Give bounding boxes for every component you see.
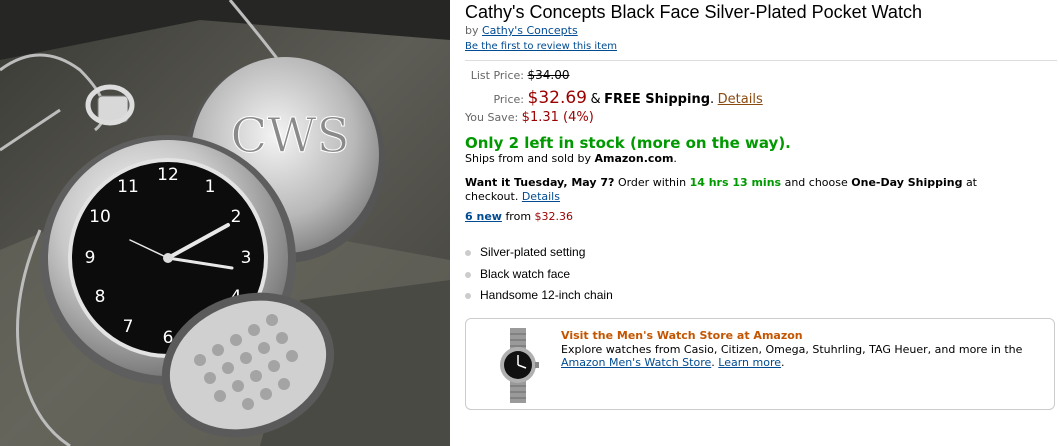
byline: by Cathy's Concepts — [465, 24, 578, 37]
one-day-shipping-label: One-Day Shipping — [851, 176, 963, 189]
svg-text:3: 3 — [241, 248, 252, 268]
svg-text:7: 7 — [123, 317, 134, 337]
watch-store-promo: Visit the Men's Watch Store at Amazon Ex… — [465, 318, 1055, 410]
ships-from: Ships from and sold by Amazon.com. — [465, 152, 677, 165]
svg-text:12: 12 — [157, 165, 179, 185]
product-image[interactable]: CWS 1212 345 678 91011 — [0, 0, 450, 446]
learn-more-link[interactable]: Learn more — [718, 356, 781, 369]
new-offers-link[interactable]: 6 new — [465, 210, 502, 223]
list-item: Silver-plated setting — [465, 245, 613, 267]
stock-status: Only 2 left in stock (more on the way). — [465, 134, 791, 152]
learn-more-period: . — [781, 356, 785, 369]
feature-bullets: Silver-plated setting Black watch face H… — [465, 245, 613, 310]
promo-title-link[interactable]: Visit the Men's Watch Store at Amazon — [561, 329, 803, 342]
new-offers: 6 new from $32.36 — [465, 210, 573, 223]
svg-text:8: 8 — [95, 287, 106, 307]
bullet-text: Handsome 12-inch chain — [480, 288, 613, 302]
promo-text: Explore watches from Casio, Citizen, Ome… — [561, 343, 1051, 369]
from-label: from — [505, 210, 532, 223]
and-choose-text: and choose — [784, 176, 848, 189]
engraving-text: CWS — [231, 108, 350, 164]
bullet-dot-icon — [465, 271, 471, 278]
savings-row: You Save: $1.31 (4%) — [465, 110, 594, 125]
price-amp: & — [590, 92, 601, 107]
write-review-link[interactable]: Be the first to review this item — [465, 41, 617, 52]
savings-amount: $1.31 (4%) — [521, 110, 594, 125]
list-price-label: List Price: — [470, 69, 524, 82]
ships-prefix: Ships from and sold by — [465, 152, 591, 165]
current-price: $32.69 — [527, 88, 587, 108]
list-item: Handsome 12-inch chain — [465, 288, 613, 310]
mens-watch-store-link[interactable]: Amazon Men's Watch Store — [561, 356, 711, 369]
product-title: Cathy's Concepts Black Face Silver-Plate… — [465, 2, 922, 22]
order-within-text: Order within — [617, 176, 687, 189]
svg-text:9: 9 — [85, 248, 96, 268]
shipping-details-link[interactable]: Details — [718, 92, 763, 107]
countdown-time: 14 hrs 13 mins — [689, 176, 782, 189]
divider — [465, 60, 1057, 61]
promo-description: Explore watches from Casio, Citizen, Ome… — [561, 343, 1023, 356]
ships-period: . — [673, 152, 677, 165]
price-label: Price: — [493, 93, 524, 106]
bullet-text: Silver-plated setting — [480, 245, 586, 259]
svg-text:1: 1 — [205, 177, 216, 197]
wristwatch-icon[interactable] — [488, 328, 548, 403]
offers-from-price: $32.36 — [534, 210, 574, 223]
seller-name: Amazon.com — [594, 152, 674, 165]
free-shipping-label: FREE Shipping — [604, 92, 711, 107]
bullet-dot-icon — [465, 250, 471, 256]
pocket-watch-photo: CWS 1212 345 678 91011 — [0, 0, 450, 446]
svg-text:11: 11 — [117, 177, 139, 197]
list-price: $34.00 — [527, 68, 570, 82]
svg-text:10: 10 — [89, 207, 111, 227]
list-item: Black watch face — [465, 267, 613, 289]
bullet-text: Black watch face — [480, 266, 571, 281]
you-save-label: You Save: — [465, 111, 519, 124]
delivery-details-link[interactable]: Details — [522, 190, 560, 203]
promo-period: . — [711, 356, 715, 369]
by-label: by — [465, 24, 479, 37]
review-link-row: Be the first to review this item — [465, 41, 617, 52]
brand-link[interactable]: Cathy's Concepts — [482, 24, 578, 37]
price-period: . — [710, 92, 715, 107]
price-row: Price: $32.69 & FREE Shipping. Details — [465, 88, 763, 108]
bullet-dot-icon — [465, 293, 471, 299]
list-price-row: List Price: $34.00 — [465, 68, 570, 82]
delivery-estimate: Want it Tuesday, May 7? Order within 14 … — [465, 176, 1025, 204]
svg-text:2: 2 — [231, 207, 242, 227]
want-it-label: Want it Tuesday, May 7? — [465, 176, 615, 189]
